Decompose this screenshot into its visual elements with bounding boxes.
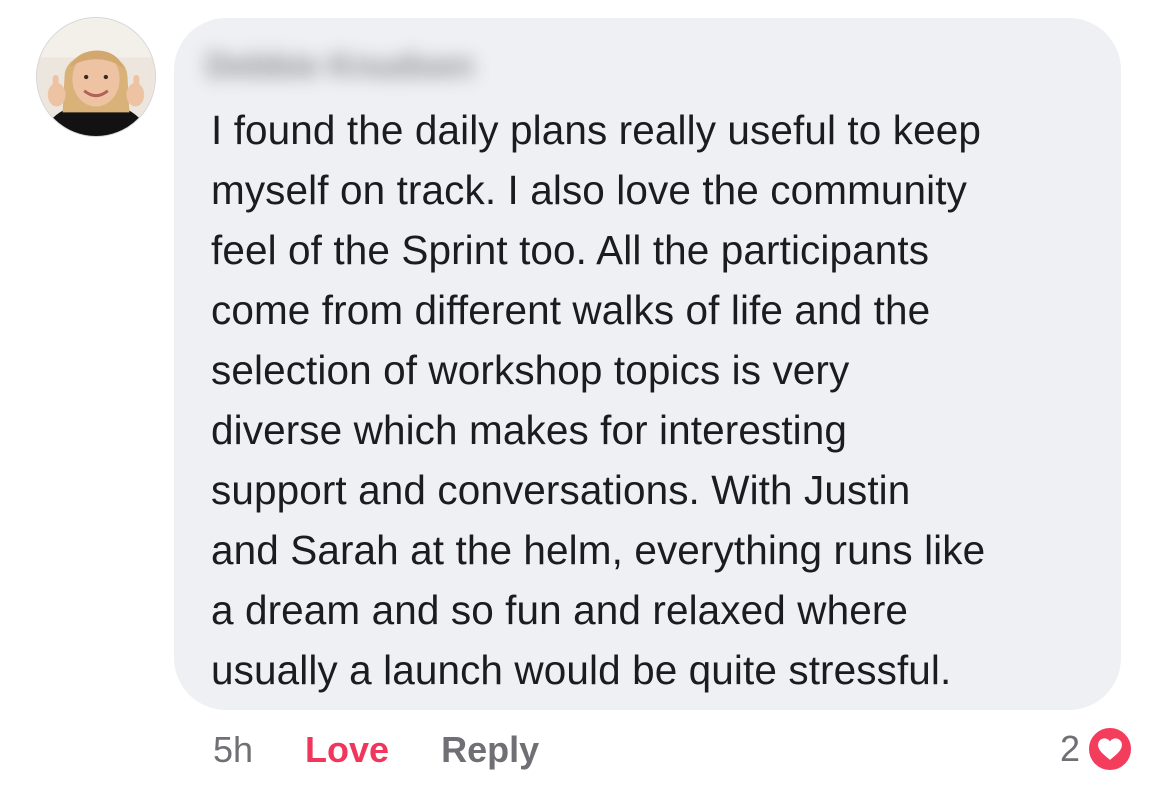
- comment-text-line: feel of the Sprint too. All the particip…: [211, 227, 930, 273]
- comment-actions: 5h Love Reply: [213, 727, 539, 773]
- comment-text-line: come from different walks of life and th…: [211, 287, 931, 333]
- comment-text: I found the daily plans really useful to…: [211, 100, 1091, 700]
- comment-author-name[interactable]: Debbie Knudsen: [206, 44, 474, 88]
- comment-text-line: support and conversations. With Justin: [211, 467, 911, 513]
- comment-text-line: a dream and so fun and relaxed where: [211, 587, 909, 633]
- reaction-summary[interactable]: 2: [1060, 724, 1134, 774]
- comment-text-line: selection of workshop topics is very: [211, 347, 850, 393]
- comment-text-line: myself on track. I also love the communi…: [211, 167, 967, 213]
- comment-text-line: and Sarah at the helm, everything runs l…: [211, 527, 986, 573]
- comment-text-line: I found the daily plans really useful to…: [211, 107, 981, 153]
- avatar[interactable]: [36, 17, 156, 137]
- comment-text-line: usually a launch would be quite stressfu…: [211, 647, 952, 693]
- comment-text-line: diverse which makes for interesting: [211, 407, 848, 453]
- reaction-count: 2: [1059, 728, 1080, 769]
- heart-icon: [1086, 725, 1134, 773]
- reply-button[interactable]: Reply: [441, 729, 539, 771]
- love-reaction-button[interactable]: Love: [305, 729, 389, 771]
- comment-timestamp[interactable]: 5h: [213, 729, 253, 771]
- comment-bubble[interactable]: Debbie Knudsen I found the daily plans r…: [174, 18, 1121, 710]
- avatar-photo: [37, 18, 155, 136]
